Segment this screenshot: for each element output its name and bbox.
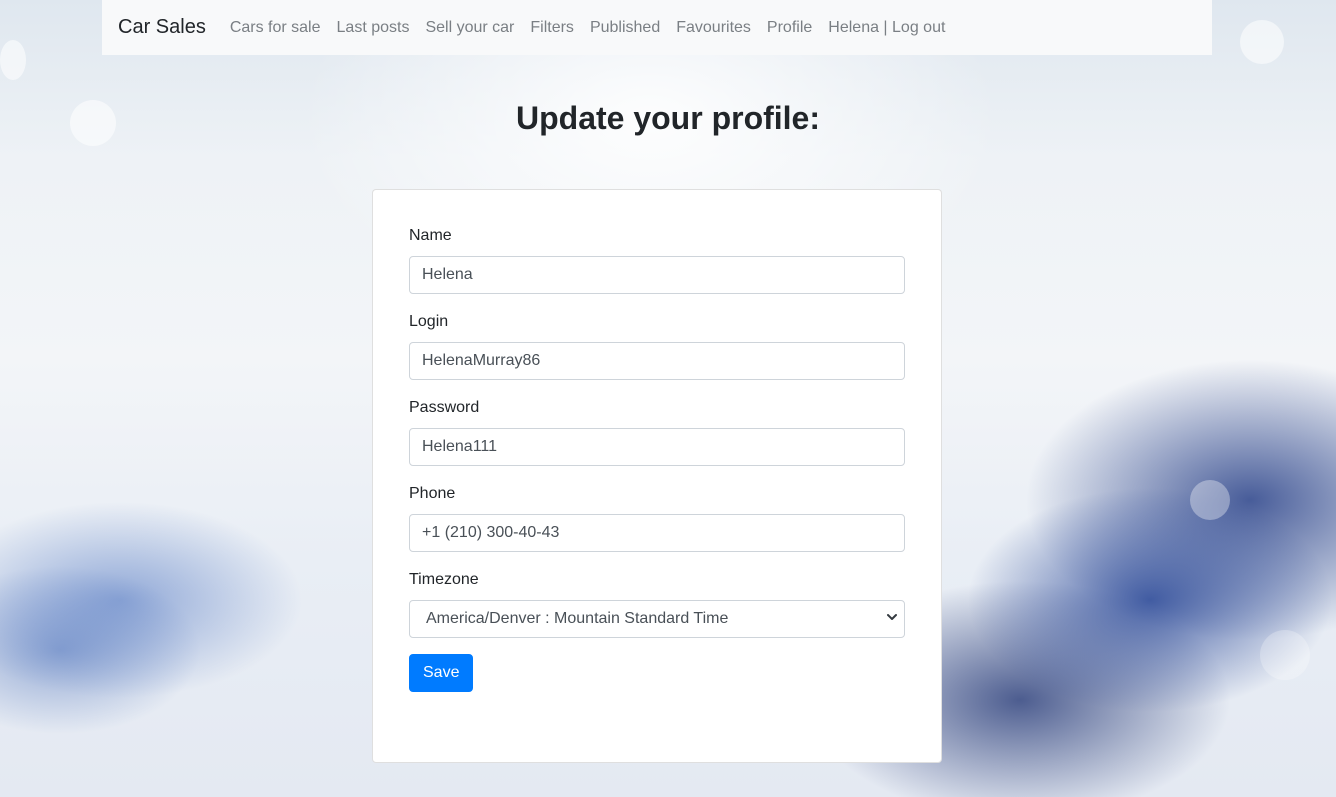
login-input[interactable] bbox=[409, 342, 905, 380]
timezone-group: Timezone America/Denver : Mountain Stand… bbox=[409, 568, 905, 638]
password-group: Password bbox=[409, 396, 905, 466]
nav-link-sell-your-car[interactable]: Sell your car bbox=[417, 19, 522, 37]
login-group: Login bbox=[409, 310, 905, 380]
nav-link-filters[interactable]: Filters bbox=[522, 19, 582, 37]
name-group: Name bbox=[409, 224, 905, 294]
password-label: Password bbox=[409, 399, 480, 416]
nav-link-published[interactable]: Published bbox=[582, 19, 668, 37]
brand-link[interactable]: Car Sales bbox=[118, 16, 206, 39]
nav-link-favourites[interactable]: Favourites bbox=[668, 19, 759, 37]
background-bokeh bbox=[1260, 630, 1310, 680]
password-input[interactable] bbox=[409, 428, 905, 466]
page-title: Update your profile: bbox=[515, 100, 820, 136]
nav-link-user-logout[interactable]: Helena | Log out bbox=[820, 19, 953, 37]
login-label: Login bbox=[409, 313, 449, 330]
top-navbar: Car Sales Cars for sale Last posts Sell … bbox=[102, 0, 1212, 55]
profile-form-card: Name Login Password Phone Timezone Ameri… bbox=[372, 189, 942, 763]
save-button[interactable]: Save bbox=[409, 654, 474, 692]
name-label: Name bbox=[409, 227, 452, 244]
nav-link-last-posts[interactable]: Last posts bbox=[329, 19, 418, 37]
background-bokeh bbox=[1190, 480, 1230, 520]
name-input[interactable] bbox=[409, 256, 905, 294]
timezone-label: Timezone bbox=[409, 571, 479, 588]
nav-link-cars-for-sale[interactable]: Cars for sale bbox=[222, 19, 329, 37]
phone-label: Phone bbox=[409, 485, 456, 502]
phone-group: Phone bbox=[409, 482, 905, 552]
timezone-selected-value[interactable]: America/Denver : Mountain Standard Time bbox=[409, 600, 905, 638]
timezone-select[interactable]: America/Denver : Mountain Standard Time bbox=[409, 600, 905, 638]
nav-link-profile[interactable]: Profile bbox=[759, 19, 820, 37]
chevron-down-icon bbox=[887, 614, 897, 620]
background-bokeh bbox=[1240, 20, 1284, 64]
background-bokeh bbox=[0, 40, 26, 80]
phone-input[interactable] bbox=[409, 514, 905, 552]
